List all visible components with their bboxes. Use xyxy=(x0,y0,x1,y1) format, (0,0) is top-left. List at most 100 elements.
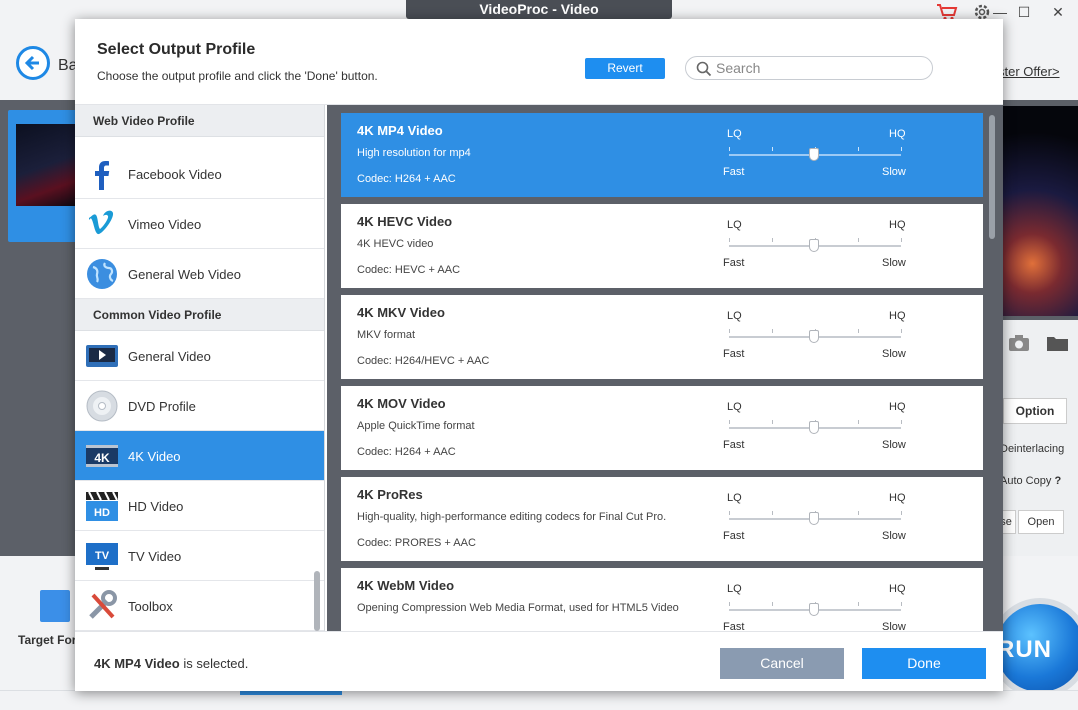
profile-codec: Codec: H264 + AAC xyxy=(357,173,456,185)
category-general-video[interactable]: General Video xyxy=(75,331,324,381)
quality-slider-tick xyxy=(729,238,730,242)
quality-lq-label: LQ xyxy=(727,401,742,413)
folder-icon xyxy=(1047,337,1068,351)
quality-lq-label: LQ xyxy=(727,219,742,231)
camera-icon xyxy=(1009,335,1029,351)
deinterlacing-label[interactable]: Deinterlacing xyxy=(1000,443,1064,455)
video-thumbnail-image xyxy=(16,124,78,206)
profile-description: High resolution for mp4 xyxy=(357,147,471,159)
dialog-header: Select Output Profile Choose the output … xyxy=(75,19,1003,105)
quality-slider-handle[interactable] xyxy=(809,148,819,161)
speed-slow-label: Slow xyxy=(882,530,906,542)
category-hd-video[interactable]: HD HD Video xyxy=(75,481,324,531)
category-tv-video[interactable]: TV TV Video xyxy=(75,531,324,581)
selected-suffix: is selected. xyxy=(179,656,249,671)
category-dvd-profile[interactable]: DVD Profile xyxy=(75,381,324,431)
profile-card[interactable]: 4K ProRes High-quality, high-performance … xyxy=(341,477,983,561)
quality-slider-tick xyxy=(858,602,859,606)
tv-icon: TV xyxy=(85,539,119,573)
search-box[interactable] xyxy=(685,56,933,80)
target-format-icon[interactable] xyxy=(40,590,70,622)
quality-slider-tick xyxy=(772,511,773,515)
profile-name: 4K MP4 Video xyxy=(357,123,443,138)
cancel-button[interactable]: Cancel xyxy=(720,648,844,679)
auto-copy-label[interactable]: Auto Copy ? xyxy=(1000,475,1061,487)
video-preview xyxy=(1002,106,1078,316)
speed-fast-label: Fast xyxy=(723,439,745,451)
profile-name: 4K HEVC Video xyxy=(357,214,453,229)
category-4k-video[interactable]: 4K 4K Video xyxy=(75,431,324,481)
option-button[interactable]: Option xyxy=(1003,398,1067,424)
quality-slider-tick xyxy=(772,329,773,333)
selection-status: 4K MP4 Video is selected. xyxy=(94,656,248,671)
profile-card[interactable]: 4K MKV Video MKV format Codec: H264/HEVC +… xyxy=(341,295,983,379)
quality-hq-label: HQ xyxy=(889,492,906,504)
format-tab-selected[interactable] xyxy=(240,691,342,695)
category-facebook-video[interactable]: Facebook Video xyxy=(75,149,324,199)
search-icon xyxy=(696,61,712,77)
profile-card[interactable]: 4K HEVC Video 4K HEVC video Codec: HEVC + … xyxy=(341,204,983,288)
quality-slider-tick xyxy=(858,420,859,424)
quality-slider-tick xyxy=(772,420,773,424)
svg-text:HD: HD xyxy=(94,507,110,519)
speed-slow-label: Slow xyxy=(882,166,906,178)
run-label[interactable]: RUN xyxy=(997,636,1052,664)
close-icon[interactable]: ✕ xyxy=(1044,2,1072,22)
profile-codec: Codec: H264/HEVC + AAC xyxy=(357,355,490,367)
profile-codec: Codec: PRORES + AAC xyxy=(357,537,476,549)
hd-clapper-icon: HD xyxy=(85,489,119,523)
quality-slider-handle[interactable] xyxy=(809,330,819,343)
quality-slider-tick xyxy=(901,147,902,151)
back-button[interactable] xyxy=(16,46,50,80)
speed-slow-label: Slow xyxy=(882,257,906,269)
category-toolbox[interactable]: Toolbox xyxy=(75,581,324,631)
category-scrollbar[interactable] xyxy=(314,571,320,631)
profile-description: Apple QuickTime format xyxy=(357,420,475,432)
profile-description: 4K HEVC video xyxy=(357,238,434,250)
speed-fast-label: Fast xyxy=(723,348,745,360)
done-button[interactable]: Done xyxy=(862,648,986,679)
speed-fast-label: Fast xyxy=(723,257,745,269)
common-video-profile-header: Common Video Profile xyxy=(75,299,324,331)
revert-button[interactable]: Revert xyxy=(585,58,665,79)
vimeo-icon xyxy=(85,207,119,241)
dialog-footer: 4K MP4 Video is selected. Cancel Done xyxy=(75,631,1003,691)
profile-scrollbar[interactable] xyxy=(989,115,995,239)
profile-name: 4K ProRes xyxy=(357,487,423,502)
quality-slider-handle[interactable] xyxy=(809,512,819,525)
speed-slow-label: Slow xyxy=(882,439,906,451)
globe-icon xyxy=(85,257,119,291)
quality-slider-tick xyxy=(901,602,902,606)
quality-slider-tick xyxy=(772,602,773,606)
offer-link[interactable]: ster Offer> xyxy=(998,64,1060,79)
profile-card[interactable]: 4K MOV Video Apple QuickTime format Codec:… xyxy=(341,386,983,470)
open-button[interactable]: Open xyxy=(1018,510,1064,534)
select-output-profile-dialog: Select Output Profile Choose the output … xyxy=(75,19,1003,691)
quality-slider-tick xyxy=(729,329,730,333)
quality-slider-tick xyxy=(772,147,773,151)
profile-description: Opening Compression Web Media Format, us… xyxy=(357,602,679,614)
maximize-icon[interactable]: ☐ xyxy=(1010,2,1038,22)
quality-hq-label: HQ xyxy=(889,401,906,413)
profile-name: 4K MOV Video xyxy=(357,396,446,411)
category-general-web-video[interactable]: General Web Video xyxy=(75,249,324,299)
video-thumbnail-card[interactable] xyxy=(8,110,78,242)
quality-slider-tick xyxy=(901,238,902,242)
web-video-profile-header: Web Video Profile xyxy=(75,105,324,137)
quality-slider-handle[interactable] xyxy=(809,239,819,252)
search-input[interactable] xyxy=(716,59,924,77)
profile-card[interactable]: 4K WebM Video Opening Compression Web Med… xyxy=(341,568,983,631)
dialog-subtitle: Choose the output profile and click the … xyxy=(97,69,378,83)
quality-slider-handle[interactable] xyxy=(809,421,819,434)
format-tab-strip xyxy=(0,690,1078,710)
profile-description: MKV format xyxy=(357,329,416,341)
quality-slider-tick xyxy=(858,329,859,333)
target-format-label[interactable]: Target For xyxy=(18,633,76,647)
arrow-left-icon xyxy=(24,55,39,71)
quality-slider-handle[interactable] xyxy=(809,603,819,616)
preview-toolbar xyxy=(1002,330,1078,356)
category-vimeo-video[interactable]: Vimeo Video xyxy=(75,199,324,249)
profile-card[interactable]: 4K MP4 Video High resolution for mp4 Codec… xyxy=(341,113,983,197)
quality-lq-label: LQ xyxy=(727,128,742,140)
quality-slider-tick xyxy=(772,238,773,242)
